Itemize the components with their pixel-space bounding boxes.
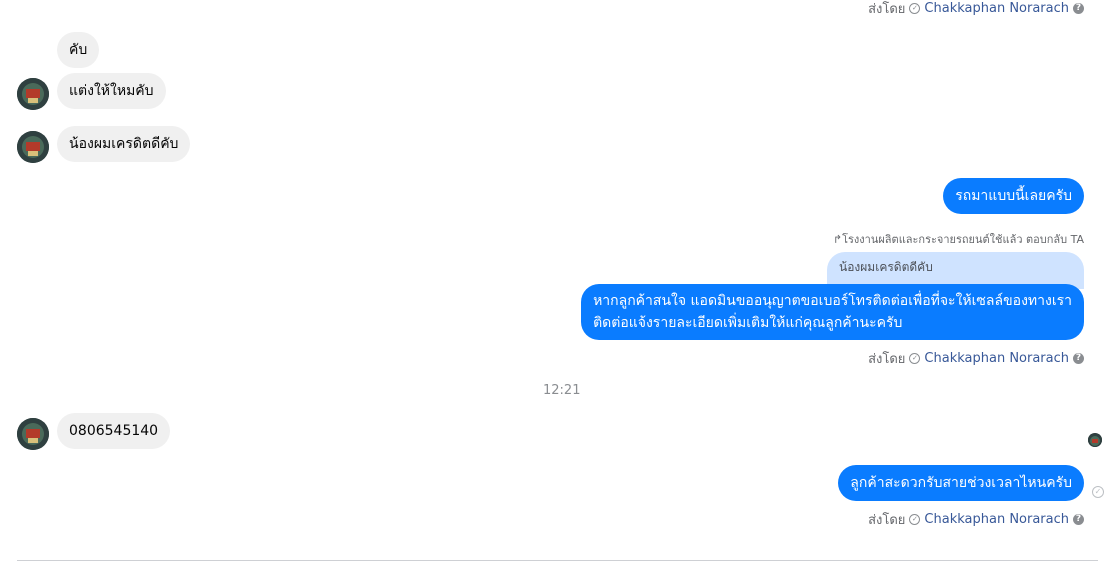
sent-by-line: ส่งโดย ✓ Chakkaphan Norarach ? [868,348,1084,369]
outgoing-message[interactable]: หากลูกค้าสนใจ แอดมินขออนุญาตขอเบอร์โทรติ… [581,284,1084,340]
message-text: แต่งให้ใหมคับ [69,83,154,99]
message-text: รถมาแบบนี้เลยครับ [955,188,1072,204]
avatar-image [17,131,49,163]
incoming-message[interactable]: น้องผมเครดิตดีคับ [57,126,191,162]
question-mark-icon[interactable]: ? [1073,3,1084,14]
quoted-text: น้องผมเครดิตดีคับ [839,260,933,274]
avatar-image [17,78,49,110]
reply-arrow-icon: ↱ [832,233,843,246]
seen-avatar [1088,433,1102,447]
sender-name-link[interactable]: Chakkaphan Norarach [924,1,1069,16]
verified-badge-icon: ✓ [909,353,921,364]
outgoing-message[interactable]: ลูกค้าสะดวกรับสายช่วงเวลาไหนครับ [838,465,1084,501]
question-mark-icon[interactable]: ? [1073,514,1084,525]
sender-name-link[interactable]: Chakkaphan Norarach [924,351,1069,366]
incoming-message[interactable]: 0806545140 [57,413,171,449]
seen-check-icon: ✓ [1092,486,1104,498]
avatar[interactable] [17,78,49,110]
reply-label: ↱โรงงานผลิตและกระจายรถยนต์ใช้แล้ว ตอบกลั… [833,230,1084,248]
sent-by-prefix: ส่งโดย [868,352,906,367]
incoming-message[interactable]: แต่งให้ใหมคับ [57,73,166,109]
sent-by-line-top: ส่งโดย ✓ Chakkaphan Norarach ? [868,0,1084,19]
message-text: ลูกค้าสะดวกรับสายช่วงเวลาไหนครับ [850,475,1072,491]
time-separator: 12:21 [543,383,581,398]
avatar-image [17,418,49,450]
avatar[interactable] [17,131,49,163]
message-text: น้องผมเครดิตดีคับ [69,136,179,152]
sent-by-prefix: ส่งโดย [868,513,906,528]
message-text: 0806545140 [69,423,159,439]
seen-avatar-image [1088,434,1102,447]
sent-by-line: ส่งโดย ✓ Chakkaphan Norarach ? [868,509,1084,530]
message-text: คับ [69,42,88,58]
verified-badge-icon: ✓ [909,514,921,525]
message-text-line-2: ติดต่อแจ้งรายละเอียดเพิ่มเติมให้แก่คุณลู… [593,315,903,331]
sent-by-prefix: ส่งโดย [868,2,906,17]
question-mark-icon[interactable]: ? [1073,353,1084,364]
message-text-line-1: หากลูกค้าสนใจ แอดมินขออนุญาตขอเบอร์โทรติ… [593,293,1072,309]
sender-name-link[interactable]: Chakkaphan Norarach [924,512,1069,527]
reply-label-text: โรงงานผลิตและกระจายรถยนต์ใช้แล้ว ตอบกลับ… [842,233,1084,246]
avatar[interactable] [17,418,49,450]
outgoing-message[interactable]: รถมาแบบนี้เลยครับ [943,178,1084,214]
verified-badge-icon: ✓ [909,3,921,14]
incoming-message[interactable]: คับ [57,32,100,68]
